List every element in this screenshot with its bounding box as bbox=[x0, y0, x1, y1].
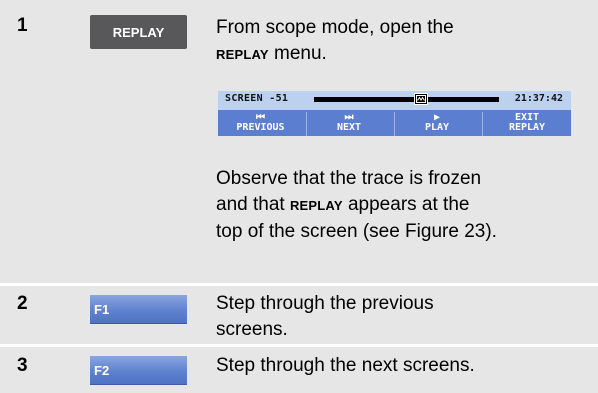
step-description: From scope mode, open the REPLAY menu. bbox=[216, 15, 454, 68]
replay-button[interactable]: REPLAY bbox=[90, 15, 187, 49]
keyword-replay: REPLAY bbox=[216, 47, 269, 62]
step-text-line: screens. bbox=[216, 319, 288, 340]
softkey-label: PREVIOUS bbox=[236, 122, 285, 133]
step-number: 2 bbox=[17, 293, 28, 314]
softkey-label: PLAY bbox=[424, 122, 450, 133]
scope-screen: SCREEN -51 21:37:42 ⏮ PREVIOUS ⏭ NEXT ▶ … bbox=[218, 91, 571, 136]
step-text-line: and that REPLAY appears at the bbox=[216, 192, 497, 219]
step-text-line: From scope mode, open the bbox=[216, 17, 454, 38]
step-description: Step through the next screens. bbox=[216, 353, 475, 379]
replay-timeline[interactable] bbox=[314, 97, 499, 102]
scope-status-bar: SCREEN -51 21:37:42 bbox=[218, 91, 571, 110]
play-softkey[interactable]: ▶ PLAY bbox=[394, 112, 479, 136]
step-observation: Observe that the trace is frozen and tha… bbox=[216, 166, 497, 245]
step-description: Step through the previous screens. bbox=[216, 291, 434, 343]
f1-key[interactable]: F1 bbox=[90, 295, 187, 324]
keyword-replay: REPLAY bbox=[289, 198, 343, 213]
step-text-fragment: menu. bbox=[268, 43, 327, 64]
step-row-2: 2 F1 Step through the previous screens. bbox=[0, 286, 598, 344]
step-text-line: Observe that the trace is frozen bbox=[216, 168, 482, 189]
step-text-fragment: and that bbox=[216, 194, 290, 215]
step-text-line: top of the screen (see Figure 23). bbox=[216, 221, 497, 242]
previous-softkey[interactable]: ⏮ PREVIOUS bbox=[218, 112, 303, 136]
clock-time: 21:37:42 bbox=[514, 93, 563, 104]
next-softkey[interactable]: ⏭ NEXT bbox=[306, 112, 391, 136]
step-number: 1 bbox=[17, 15, 28, 36]
f2-key[interactable]: F2 bbox=[90, 356, 187, 385]
step-text-line: REPLAY menu. bbox=[216, 41, 454, 68]
exit-replay-softkey[interactable]: EXIT REPLAY bbox=[482, 112, 571, 136]
timeline-marker-icon bbox=[414, 93, 428, 105]
screen-counter: SCREEN -51 bbox=[225, 93, 289, 104]
step-row-3: 3 F2 Step through the next screens. bbox=[0, 347, 598, 393]
softkey-label: REPLAY bbox=[508, 122, 546, 133]
softkey-label: NEXT bbox=[336, 122, 362, 133]
step-number: 3 bbox=[17, 355, 28, 376]
step-text-fragment: appears at the bbox=[342, 194, 470, 215]
step-text-line: Step through the previous bbox=[216, 293, 434, 314]
step-row-1: 1 REPLAY From scope mode, open the REPLA… bbox=[0, 0, 598, 283]
step-text-line: Step through the next screens. bbox=[216, 355, 475, 376]
